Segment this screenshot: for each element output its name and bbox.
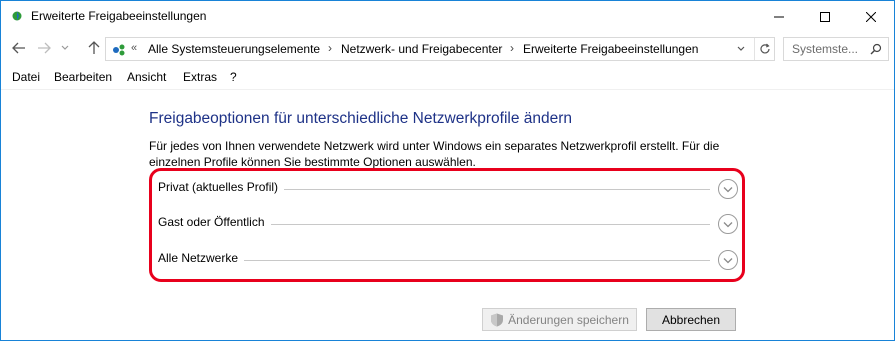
breadcrumb-item[interactable]: Netzwerk- und Freigabecenter xyxy=(341,42,502,56)
uac-shield-icon xyxy=(491,313,504,326)
breadcrumb-item[interactable]: Erweiterte Freigabeeinstellungen xyxy=(523,42,698,56)
chevron-down-icon xyxy=(723,257,733,263)
breadcrumb-separator[interactable]: › xyxy=(328,41,332,55)
close-button[interactable] xyxy=(848,1,894,32)
profile-section-guest-public[interactable]: Gast oder Öffentlich xyxy=(158,214,738,234)
forward-button[interactable] xyxy=(35,39,53,57)
arrow-left-icon xyxy=(12,42,25,54)
chevron-down-icon xyxy=(737,46,745,51)
page-description: Für jedes von Ihnen verwendete Netzwerk … xyxy=(149,139,720,169)
close-icon xyxy=(866,11,876,22)
cancel-label: Abbrechen xyxy=(661,312,721,327)
breadcrumb-separator[interactable]: › xyxy=(510,41,514,55)
refresh-icon xyxy=(759,43,770,54)
maximize-icon xyxy=(820,11,830,22)
menu-item-help[interactable]: ? xyxy=(230,70,237,84)
menu-item-bearbeiten[interactable]: Bearbeiten xyxy=(54,70,112,84)
minimize-icon xyxy=(774,16,784,17)
expand-button[interactable] xyxy=(718,214,738,234)
save-changes-button[interactable]: Änderungen speichern xyxy=(482,308,637,331)
breadcrumb-item[interactable]: Alle Systemsteuerungselemente xyxy=(148,42,320,56)
save-changes-label: Änderungen speichern xyxy=(508,312,629,327)
maximize-button[interactable] xyxy=(802,1,848,32)
profile-section-all-networks[interactable]: Alle Netzwerke xyxy=(158,250,738,270)
expand-button[interactable] xyxy=(718,179,738,199)
menu-bar: Datei Bearbeiten Ansicht Extras ? xyxy=(1,66,894,88)
network-icon xyxy=(12,11,22,21)
profile-section-private[interactable]: Privat (aktuelles Profil) xyxy=(158,179,738,199)
window: Erweiterte Freigabeeinstellungen « Alle … xyxy=(0,0,895,341)
arrow-up-icon xyxy=(88,41,100,54)
up-button[interactable] xyxy=(85,39,103,57)
menu-item-extras[interactable]: Extras xyxy=(183,70,217,84)
profile-label[interactable]: Privat (aktuelles Profil) xyxy=(158,180,285,194)
breadcrumb-overflow[interactable]: « xyxy=(131,42,137,54)
menu-item-ansicht[interactable]: Ansicht xyxy=(127,70,166,84)
arrow-right-icon xyxy=(38,42,51,54)
title-bar: Erweiterte Freigabeeinstellungen xyxy=(1,1,894,32)
search-box[interactable]: Systemste... xyxy=(783,37,889,61)
search-input[interactable]: Systemste... xyxy=(792,42,858,56)
divider xyxy=(1,89,894,90)
back-button[interactable] xyxy=(10,39,28,57)
profile-label[interactable]: Alle Netzwerke xyxy=(158,251,245,265)
address-dropdown-button[interactable] xyxy=(734,42,748,56)
recent-locations-button[interactable] xyxy=(59,39,71,57)
chevron-down-icon xyxy=(61,45,69,50)
address-bar[interactable]: « Alle Systemsteuerungselemente › Netzwe… xyxy=(105,37,775,61)
search-icon[interactable] xyxy=(870,43,882,55)
navigation-bar: « Alle Systemsteuerungselemente › Netzwe… xyxy=(1,32,894,66)
control-panel-icon xyxy=(113,44,125,56)
expand-button[interactable] xyxy=(718,250,738,270)
cancel-button[interactable]: Abbrechen xyxy=(646,308,736,331)
page-title: Freigabeoptionen für unterschiedliche Ne… xyxy=(149,110,573,127)
chevron-down-icon xyxy=(723,221,733,227)
menu-item-datei[interactable]: Datei xyxy=(12,70,40,84)
refresh-button[interactable] xyxy=(754,38,774,60)
chevron-down-icon xyxy=(723,186,733,192)
profile-label[interactable]: Gast oder Öffentlich xyxy=(158,215,271,229)
minimize-button[interactable] xyxy=(756,1,802,32)
window-title: Erweiterte Freigabeeinstellungen xyxy=(31,9,207,23)
